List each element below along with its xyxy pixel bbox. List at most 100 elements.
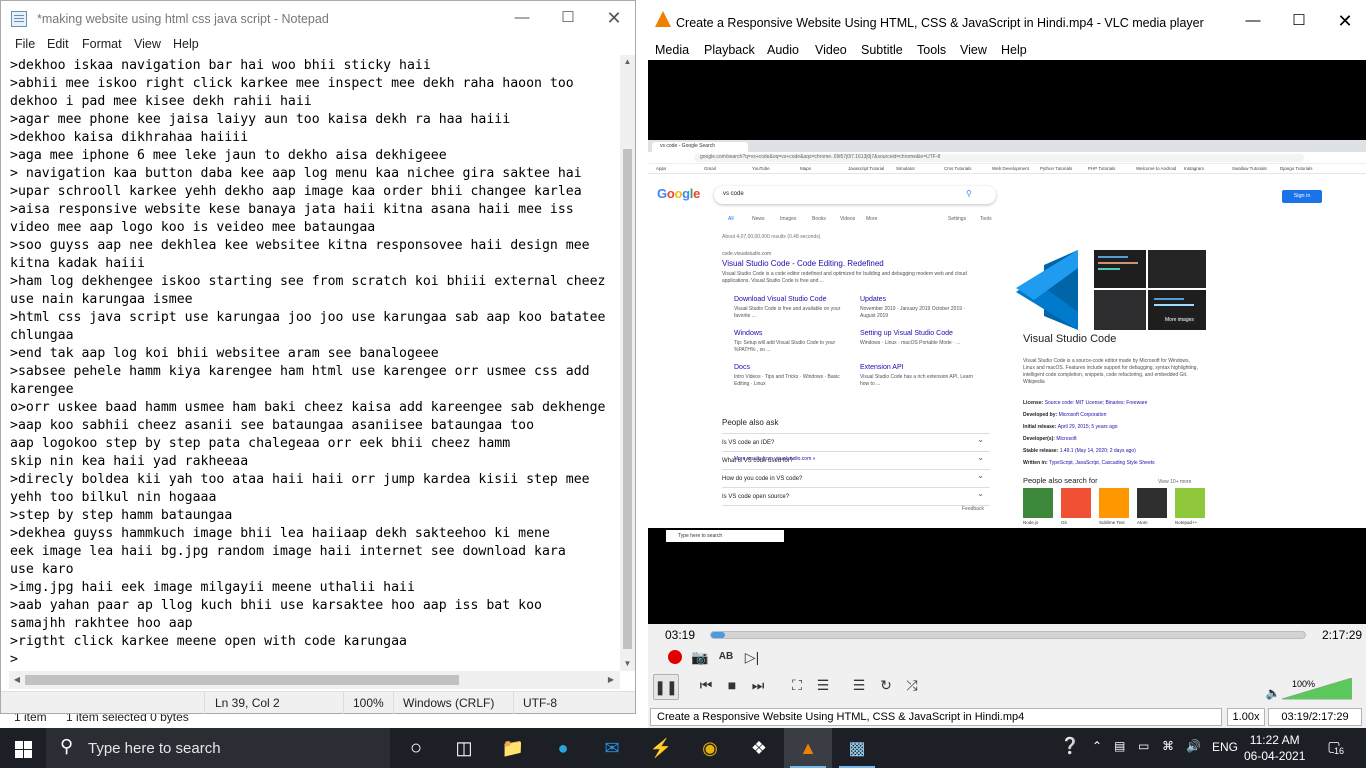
- mail-icon[interactable]: ✉: [588, 728, 636, 768]
- browser-tab: vs code - Google Search: [652, 142, 748, 152]
- playback-speed[interactable]: 1.00x: [1227, 708, 1265, 726]
- browser-tab-strip: vs code - Google Search: [648, 140, 1366, 152]
- record-icon[interactable]: [664, 646, 686, 668]
- seek-bar-area: 03:19 2:17:29: [648, 624, 1366, 646]
- scroll-up-arrow-icon[interactable]: ▲: [620, 55, 635, 69]
- playlist-icon[interactable]: ☰: [848, 674, 870, 696]
- bookmark-item: Swallow Tutorials: [1232, 166, 1267, 171]
- kp-fact-row: Initial release: April 29, 2015; 5 years…: [1023, 424, 1118, 430]
- notepad-line: >: [10, 652, 18, 667]
- line-ending: Windows (CRLF): [403, 696, 495, 710]
- menu-format[interactable]: Format: [82, 37, 122, 51]
- vlc-menu-help[interactable]: Help: [1001, 43, 1027, 57]
- scroll-right-arrow-icon[interactable]: ▶: [603, 671, 619, 689]
- notepad-line: >aap koo sabhii cheez asanii see bataung…: [10, 418, 535, 433]
- google-search-tabs: All News Images Books Videos More Settings Tool…: [728, 216, 998, 226]
- view-more-link: View 10+ more: [1158, 479, 1192, 485]
- menu-help[interactable]: Help: [173, 37, 199, 51]
- previous-icon[interactable]: ⏮: [695, 674, 717, 696]
- vlc-menu-video[interactable]: Video: [815, 43, 847, 57]
- next-icon[interactable]: ⏭: [747, 674, 769, 696]
- google-tab: More: [866, 216, 878, 222]
- paa-question: What is VS code used for?: [722, 449, 990, 470]
- kp-fact-value: Source code: MIT License; Binaries: Free…: [1044, 400, 1148, 406]
- vlc-title-bar[interactable]: Create a Responsive Website Using HTML, …: [648, 0, 1366, 38]
- zoom-level: 100%: [353, 696, 384, 710]
- menu-edit[interactable]: Edit: [47, 37, 69, 51]
- notepad-line: >aab yahan paar ap llog kuch bhii use ka…: [10, 598, 542, 613]
- result-main-link: Visual Studio Code - Code Editing. Redef…: [722, 259, 884, 268]
- help-icon[interactable]: ❔: [1060, 736, 1080, 756]
- task-view-icon[interactable]: ◫: [440, 728, 488, 768]
- volume-icon[interactable]: 🔊: [1186, 739, 1201, 753]
- snapshot-icon[interactable]: 📷: [689, 646, 711, 668]
- file-explorer-icon[interactable]: 📁: [489, 728, 537, 768]
- taskbar-search-box[interactable]: ⚲ Type here to search: [46, 728, 390, 768]
- clock-date: 06-04-2021: [1244, 749, 1306, 763]
- paa-question: Is VS code open source?: [722, 485, 990, 506]
- winamp-icon[interactable]: ⚡: [637, 728, 685, 768]
- seek-slider[interactable]: [710, 631, 1306, 639]
- google-logo-letter: g: [682, 186, 690, 201]
- dropbox-icon[interactable]: ❖: [735, 728, 783, 768]
- vlc-minimize-button[interactable]: —: [1230, 4, 1276, 38]
- notepad-line: >step by step hamm bataungaa: [10, 508, 233, 523]
- clock[interactable]: 11:22 AM 06-04-2021: [1244, 732, 1305, 764]
- chrome-icon[interactable]: ◉: [686, 728, 734, 768]
- close-button[interactable]: ✕: [591, 1, 637, 35]
- loop-ab-icon[interactable]: AB: [715, 646, 737, 668]
- notepad-line: kitna kadak haiii: [10, 256, 145, 271]
- start-button[interactable]: [0, 728, 46, 768]
- volume-slider[interactable]: [1282, 678, 1352, 700]
- horizontal-scrollbar[interactable]: ◀ ▶: [9, 671, 620, 689]
- results-count: About 4,07,00,00,000 results (0.48 secon…: [722, 234, 821, 240]
- video-area[interactable]: vs code - Google Search google.com/searc…: [648, 60, 1366, 624]
- cortana-icon[interactable]: ○: [392, 728, 440, 768]
- knowledge-panel-title: Visual Studio Code: [1023, 333, 1117, 345]
- google-tab: Settings: [948, 216, 967, 222]
- battery-icon[interactable]: ▭: [1138, 739, 1149, 753]
- loop-icon[interactable]: ↻: [875, 674, 897, 696]
- notepad-title-bar[interactable]: *making website using html css java scri…: [1, 1, 635, 37]
- hscrollbar-thumb[interactable]: [25, 675, 459, 685]
- vlc-menu-subtitle[interactable]: Subtitle: [861, 43, 903, 57]
- vlc-title: Create a Responsive Website Using HTML, …: [676, 16, 1204, 30]
- speaker-icon[interactable]: 🔈: [1262, 682, 1284, 704]
- video-frame-browser: vs code - Google Search google.com/searc…: [648, 140, 1366, 544]
- vlc-menu-audio[interactable]: Audio: [767, 43, 799, 57]
- notepad-taskbar-icon[interactable]: ▩: [833, 728, 881, 768]
- minimize-button[interactable]: —: [499, 1, 545, 35]
- stop-icon[interactable]: ■: [721, 674, 743, 696]
- scroll-down-arrow-icon[interactable]: ▼: [620, 657, 635, 671]
- menu-file[interactable]: File: [15, 37, 35, 51]
- chevron-up-icon[interactable]: ⌃: [1092, 739, 1102, 753]
- shuffle-icon[interactable]: ⤮: [901, 674, 923, 696]
- pause-icon[interactable]: ❚❚: [653, 674, 679, 700]
- scrollbar-thumb[interactable]: [623, 149, 632, 649]
- meet-now-icon[interactable]: ▤: [1114, 739, 1125, 753]
- vlc-menu-media[interactable]: Media: [655, 43, 689, 57]
- vlc-menu-view[interactable]: View: [960, 43, 987, 57]
- wifi-icon[interactable]: ⌘: [1162, 739, 1174, 753]
- vlc-maximize-button[interactable]: ☐: [1276, 4, 1322, 38]
- notepad-text-area[interactable]: >dekhoo iskaa navigation bar hai woo bhi…: [10, 57, 620, 669]
- frame-step-icon[interactable]: ▷|: [741, 646, 763, 668]
- edge-icon[interactable]: ●: [539, 728, 587, 768]
- vlc-close-button[interactable]: ✕: [1322, 4, 1366, 38]
- maximize-button[interactable]: ☐: [545, 1, 591, 35]
- fullscreen-icon[interactable]: ⛶: [786, 674, 808, 696]
- paa-heading: People also ask: [722, 418, 990, 434]
- language-indicator[interactable]: ENG: [1212, 740, 1238, 754]
- vlc-menu-playback[interactable]: Playback: [704, 43, 755, 57]
- bookmark-item: Cms Tutorials: [944, 166, 972, 171]
- vlc-menu-bar: Media Playback Audio Video Subtitle Tool…: [648, 38, 1366, 60]
- vlc-menu-tools[interactable]: Tools: [917, 43, 946, 57]
- vertical-scrollbar[interactable]: ▲ ▼: [620, 55, 635, 671]
- google-tab: News: [752, 216, 765, 222]
- vlc-taskbar-icon[interactable]: ▲: [784, 728, 832, 768]
- windows-taskbar: ⚲ Type here to search ○ ◫ 📁 ● ✉ ⚡ ◉ ❖ ▲ …: [0, 728, 1366, 768]
- extended-settings-icon[interactable]: ☰: [812, 674, 834, 696]
- notification-center-icon[interactable]: ▢16: [1324, 738, 1345, 758]
- scroll-left-arrow-icon[interactable]: ◀: [9, 671, 25, 689]
- menu-view[interactable]: View: [134, 37, 161, 51]
